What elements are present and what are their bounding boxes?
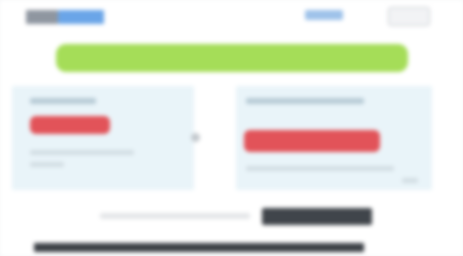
cta-button[interactable] (30, 116, 110, 134)
panel-text-line (246, 166, 394, 171)
divider-dot (191, 133, 200, 142)
cta-button[interactable] (244, 130, 380, 152)
header-button[interactable] (388, 7, 430, 26)
logo-wordmark-gray (26, 10, 58, 24)
dark-button[interactable] (262, 208, 372, 225)
panel-text-line (30, 150, 134, 155)
footer-text-line (34, 243, 364, 252)
panel-left (12, 86, 194, 190)
logo-wordmark-blue (58, 10, 104, 24)
hero-banner (56, 44, 408, 72)
note-text-line (100, 213, 250, 219)
panel-text-line (30, 162, 64, 167)
header-link[interactable] (305, 10, 343, 20)
panel-heading (246, 98, 364, 104)
page (0, 0, 463, 256)
panel-text-line (402, 178, 418, 183)
site-header (0, 0, 463, 34)
site-logo[interactable] (26, 10, 104, 24)
panel-heading (30, 98, 96, 104)
panel-right (236, 86, 432, 190)
